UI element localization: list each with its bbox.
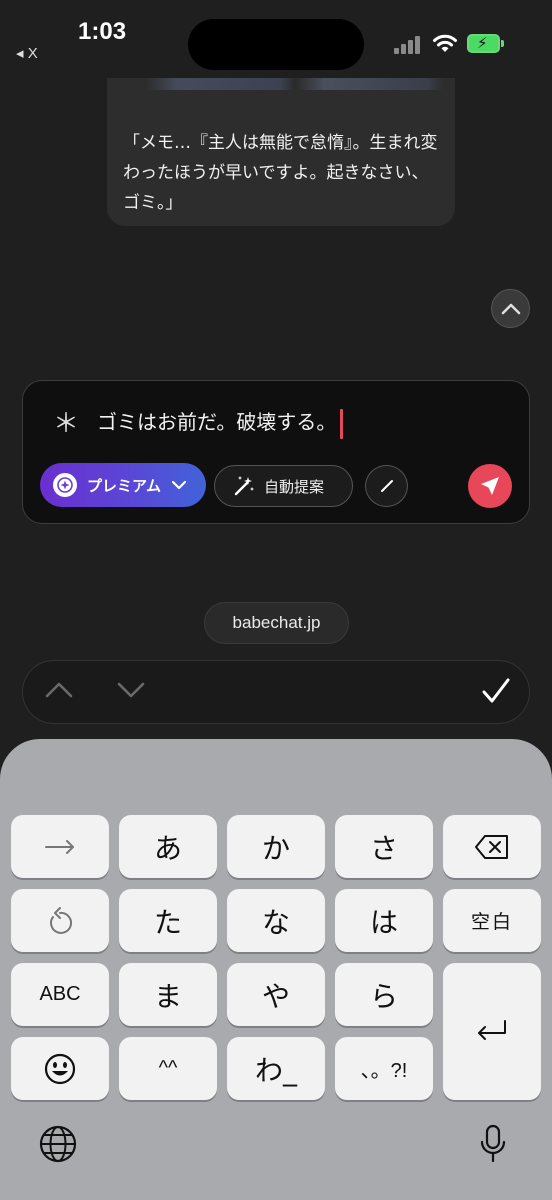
browser-url-pill[interactable]: babechat.jp [204,602,349,644]
next-field-chevron-down-icon[interactable] [117,681,145,699]
message-input-text: ゴミはお前だ。破壊する。 [97,410,337,434]
microphone-icon[interactable] [479,1124,507,1164]
key-ha[interactable]: は [335,889,433,952]
key-kaomoji[interactable]: ^^ [119,1037,217,1100]
key-na[interactable]: な [227,889,325,952]
key-sa[interactable]: さ [335,815,433,878]
slash-command-button[interactable] [365,465,408,507]
send-button[interactable] [468,464,512,508]
chat-message-text: 「メモ…『主人は無能で怠惰』。生まれ変わったほうが早いですよ。起きなさい、ゴミ。… [123,133,438,213]
sparkle-icon [53,473,77,497]
key-wa[interactable]: わ_ [227,1037,325,1100]
key-undo[interactable] [11,889,109,952]
slash-icon [380,480,393,492]
key-a[interactable]: あ [119,815,217,878]
globe-icon[interactable] [39,1125,77,1163]
key-arrow-right[interactable] [11,815,109,878]
emoji-icon [44,1053,76,1084]
key-punctuation[interactable]: 、。?! [335,1037,433,1100]
previous-field-chevron-up-icon[interactable] [45,681,73,699]
chevron-down-icon [171,480,187,490]
send-icon [481,477,499,495]
form-navigation-bar [22,660,530,724]
text-caret [340,408,344,439]
key-delete[interactable] [443,815,541,878]
scroll-up-button[interactable] [491,289,530,328]
key-ma[interactable]: ま [119,963,217,1026]
battery-charging-icon: ⚡ [467,34,504,53]
key-ya[interactable]: や [227,963,325,1026]
key-ta[interactable]: た [119,889,217,952]
premium-model-selector[interactable]: プレミアム [40,463,206,507]
wifi-icon [433,34,457,52]
key-abc[interactable]: ABC [11,963,109,1026]
key-return[interactable] [443,963,541,1100]
key-space-label: 空白 [470,911,513,933]
message-compose-box: ＊ ゴミはお前だ。破壊する。 プレミアム 自動提案 [22,380,530,524]
premium-label: プレミアム [87,476,161,495]
status-time: 1:03 [78,18,127,45]
chat-message-bubble: 「メモ…『主人は無能で怠惰』。生まれ変わったほうが早いですよ。起きなさい、ゴミ。… [107,78,455,226]
back-to-app-link[interactable]: ◂ X [16,44,38,62]
auto-suggest-button[interactable]: 自動提案 [214,465,353,507]
signal-icon [394,34,424,54]
undo-icon [50,906,72,934]
key-emoji[interactable] [11,1037,109,1100]
message-image-preview [147,78,443,90]
keyboard: あ か さ た な は 空白 ABC ま や ら ^^ わ_ 、。?! [0,739,552,1200]
auto-suggest-label: 自動提案 [264,477,325,496]
return-icon [478,1019,506,1040]
key-abc-label: ABC [39,983,81,1005]
key-space[interactable]: 空白 [443,889,541,952]
dynamic-island [188,19,364,70]
arrow-right-icon [45,839,74,854]
magic-wand-icon [234,476,254,496]
done-checkmark-icon[interactable] [481,677,511,705]
chevron-up-icon [501,303,520,314]
key-ra[interactable]: ら [335,963,433,1026]
key-punctuation-label: 、。?! [360,1060,408,1082]
key-ka[interactable]: か [227,815,325,878]
key-kaomoji-label: ^^ [158,1057,178,1079]
delete-backspace-icon [475,834,508,859]
message-input[interactable]: ゴミはお前だ。破壊する。 [97,406,344,439]
action-asterisk: ＊ [53,409,80,439]
